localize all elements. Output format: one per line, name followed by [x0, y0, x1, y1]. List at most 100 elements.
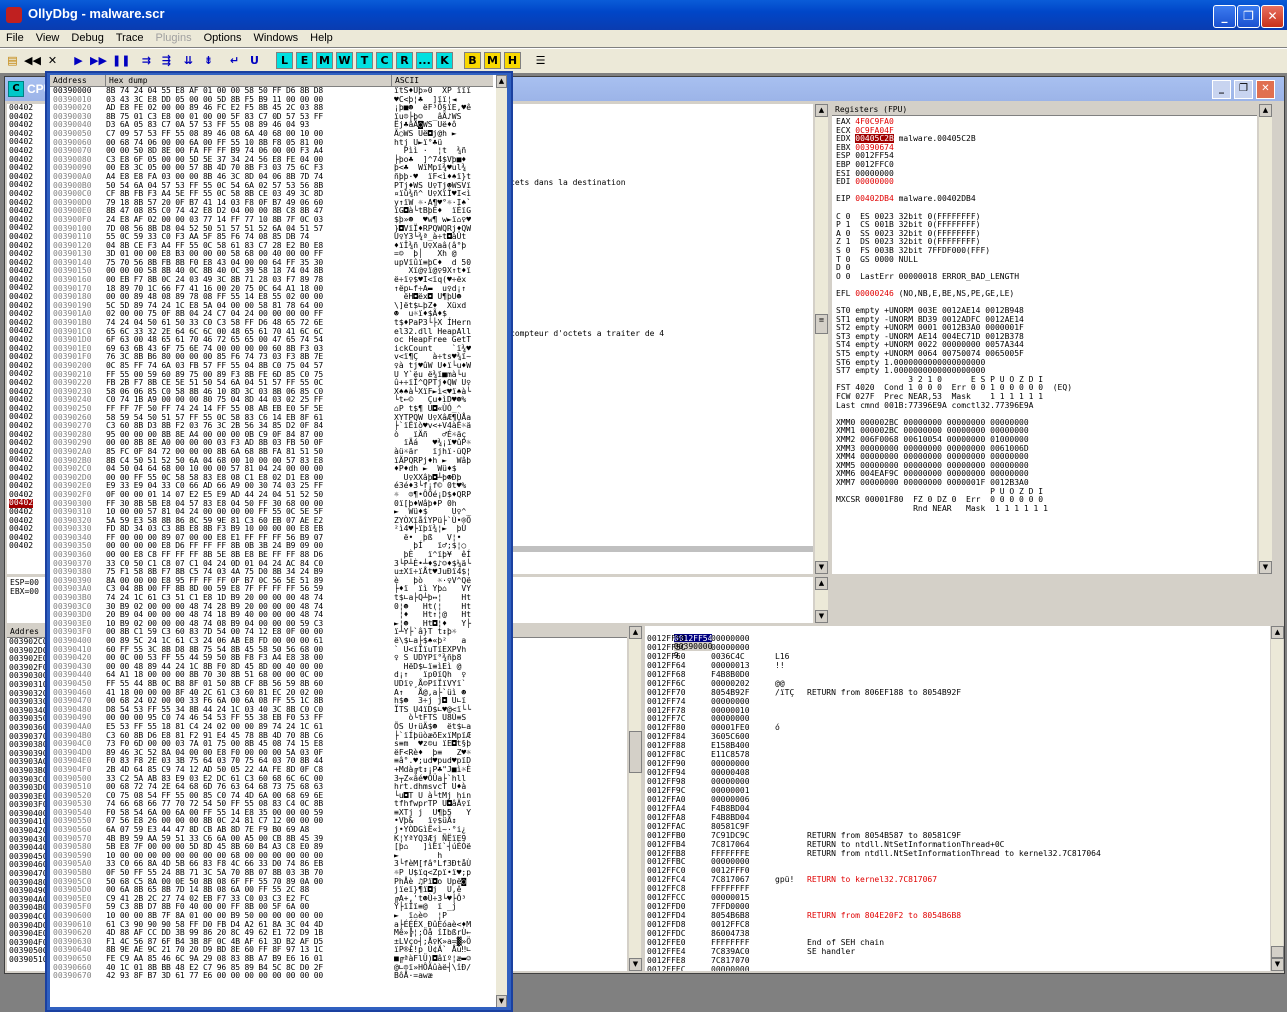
register-line[interactable]: EIP 00402DB4 malware.00402DB4 [836, 195, 1072, 204]
dump-ascii-text: BôÅ·=awæ [394, 971, 433, 981]
scroll-up-icon[interactable]: ▲ [1259, 104, 1272, 117]
toolbar: ▤ ◀◀ ✕ ▶ ▶▶ ❚❚ ⇉ ⇶ ⇊ ⇟ ↵ U L E M W T C R… [0, 48, 1287, 73]
menu-plugins[interactable]: Plugins [150, 30, 198, 47]
stack-comment: End of SEH chain [807, 937, 885, 947]
memory-window-button[interactable]: M [316, 52, 333, 69]
info-vscrollbar[interactable]: ▲ ▼ [815, 577, 828, 623]
scroll-thumb[interactable]: ≡ [815, 314, 828, 334]
scroll-up-icon[interactable]: ▲ [496, 75, 507, 88]
execute-till-user-icon[interactable]: U [246, 52, 263, 69]
disassembly-hscrollbar[interactable] [510, 546, 813, 552]
stack-comment: RETURN from 806EF188 to 8054B92F [807, 687, 962, 697]
threads-window-button[interactable]: T [356, 52, 373, 69]
scroll-down-icon[interactable]: ▼ [496, 995, 507, 1007]
scroll-down-icon[interactable]: ▼ [1259, 561, 1272, 574]
pause-icon[interactable]: ❚❚ [112, 52, 130, 69]
step-icon[interactable]: ▶▶ [90, 52, 107, 69]
register-label: EDI [836, 177, 856, 187]
stack-value: 7C817064 [711, 839, 750, 849]
scroll-down-icon[interactable]: ▼ [1271, 958, 1284, 971]
breakpoints-window-button[interactable]: B [464, 52, 481, 69]
menu-file[interactable]: File [0, 30, 30, 47]
menu-help[interactable]: Help [304, 30, 339, 47]
stack-address: 0012FF74 [647, 696, 686, 706]
scroll-thumb[interactable] [1271, 946, 1284, 958]
scroll-up-icon[interactable]: ▲ [1271, 626, 1284, 639]
register-line[interactable]: EDI 00000000 [836, 177, 1072, 187]
scroll-down-icon[interactable]: ▼ [629, 958, 642, 971]
dump-hex-bytes: 42 93 8F B7 3D 61 77 E6 00 00 00 00 00 0… [106, 971, 323, 981]
register-line[interactable]: T 0 GS 0000 NULL [836, 255, 1072, 265]
stack-address: 0012FFB0 [647, 830, 686, 840]
scroll-up-icon[interactable]: ▲ [815, 577, 828, 590]
register-line[interactable]: Last cmnd 001B:77396E9A comctl32.77396E9… [836, 400, 1072, 411]
register-line[interactable]: EFL 00000246 (NO,NB,E,BE,NS,PE,GE,LE) [836, 288, 1072, 299]
menu-windows[interactable]: Windows [248, 30, 305, 47]
call-stack-window-button[interactable]: K [436, 52, 453, 69]
stack-value: 80581C9F [711, 821, 750, 831]
scroll-down-icon[interactable]: ▼ [815, 610, 828, 623]
stack-address: 0012FFAC [647, 821, 686, 831]
stack-row[interactable]: 0012FFEC 00000000 [647, 965, 1207, 971]
disassembly-comment: cets dans la destination [510, 178, 626, 187]
hardware-breakpoints-window-button[interactable]: H [504, 52, 521, 69]
memory-breakpoints-window-button[interactable]: M [484, 52, 501, 69]
close-button[interactable]: ✕ [1261, 5, 1284, 28]
execute-till-return-icon[interactable]: ↵ [226, 52, 243, 69]
hex-dump-vscrollbar[interactable]: ▲ ▼ [496, 75, 507, 1007]
trace-over-icon[interactable]: ⇟ [200, 52, 217, 69]
register-label: Last cmnd 001B:77396E9A comctl32.77396E9… [836, 400, 1034, 410]
scroll-thumb[interactable] [629, 731, 642, 773]
cpu-window-button[interactable]: C [376, 52, 393, 69]
scroll-up-icon[interactable]: ▲ [629, 626, 642, 639]
registers-vscrollbar[interactable]: ▲ ▼ [1259, 104, 1272, 574]
scroll-down-icon[interactable]: ▼ [815, 561, 828, 574]
stack-value: 8054B92F [711, 687, 750, 697]
register-value: 00000246 [855, 288, 894, 298]
step-over-icon[interactable]: ⇶ [158, 52, 175, 69]
minimize-button[interactable]: _ [1213, 5, 1236, 28]
dump-vscrollbar[interactable]: ▲ ▼ [629, 626, 642, 971]
disassembly-address: 00402 [9, 541, 34, 551]
dump-hex-column: 8B 74 24 04 55 E8 AF 01 00 00 58 50 FF D… [106, 86, 323, 981]
disassembly-vscrollbar[interactable]: ▲ ≡ ▼ [815, 104, 828, 574]
run-trace-window-button[interactable]: ... [416, 52, 433, 69]
stack-vscrollbar[interactable]: ▲ ▼ [1271, 626, 1284, 971]
menu-debug[interactable]: Debug [65, 30, 109, 47]
cpu-maximize-button[interactable]: ❐ [1234, 80, 1253, 99]
register-line[interactable]: Rnd NEAR Mask 1 1 1 1 1 1 [836, 504, 1072, 514]
stack-comment: RETURN from 8054B587 to 80581C9F [807, 830, 962, 840]
menu-trace[interactable]: Trace [110, 30, 150, 47]
list-icon[interactable]: ☰ [532, 52, 549, 69]
register-label: O 0 LastErr 00000018 ERROR_BAD_LENGTH [836, 271, 1020, 281]
menu-options[interactable]: Options [198, 30, 248, 47]
stack-pane[interactable]: 0012FF54 00390000 9 0012FF58 00000000 0012… [645, 626, 1270, 971]
close-program-icon[interactable]: ✕ [44, 52, 61, 69]
cpu-minimize-button[interactable]: _ [1212, 80, 1231, 99]
references-window-button[interactable]: R [396, 52, 413, 69]
step-into-icon[interactable]: ⇉ [138, 52, 155, 69]
open-icon[interactable]: ▤ [4, 52, 21, 69]
log-window-button[interactable]: L [276, 52, 293, 69]
scroll-up-icon[interactable]: ▲ [815, 104, 828, 117]
stack-rows: 0012FF58 00000000 0012FF5C 00000000 0012FF60… [647, 634, 1207, 971]
stack-comment: RETURN from 804E20F2 to 8054B6B8 [807, 911, 962, 921]
registers-pane[interactable]: Registers (FPU) EAX 4F0C9FA0 ECX 0C9FA04F… [832, 104, 1257, 574]
run-icon[interactable]: ▶ [70, 52, 87, 69]
register-value: 00000000 [855, 177, 894, 187]
hex-dump-content[interactable]: Address Hex dump ASCII 00390000 00390010 0… [50, 75, 507, 1007]
stack-comment: SE handler [807, 946, 856, 956]
stack-comment: RETURN to kernel32.7C817067 [807, 875, 938, 885]
restart-icon[interactable]: ◀◀ [24, 52, 41, 69]
stack-ascii: gpü! [775, 875, 795, 885]
dump-address-column: 00390000 00390010 00390020 00390030 00390040… [53, 86, 92, 981]
maximize-button[interactable]: ❐ [1237, 5, 1260, 28]
cpu-close-button[interactable]: ✕ [1256, 80, 1275, 99]
menu-view[interactable]: View [30, 30, 66, 47]
windows-window-button[interactable]: W [336, 52, 353, 69]
registers-header: Registers (FPU) [832, 104, 1257, 116]
register-line[interactable]: O 0 LastErr 00000018 ERROR_BAD_LENGTH [836, 271, 1072, 282]
trace-into-icon[interactable]: ⇊ [180, 52, 197, 69]
modules-window-button[interactable]: E [296, 52, 313, 69]
title-bar: OllyDbg - malware.scr _ ❐ ✕ [0, 0, 1287, 30]
